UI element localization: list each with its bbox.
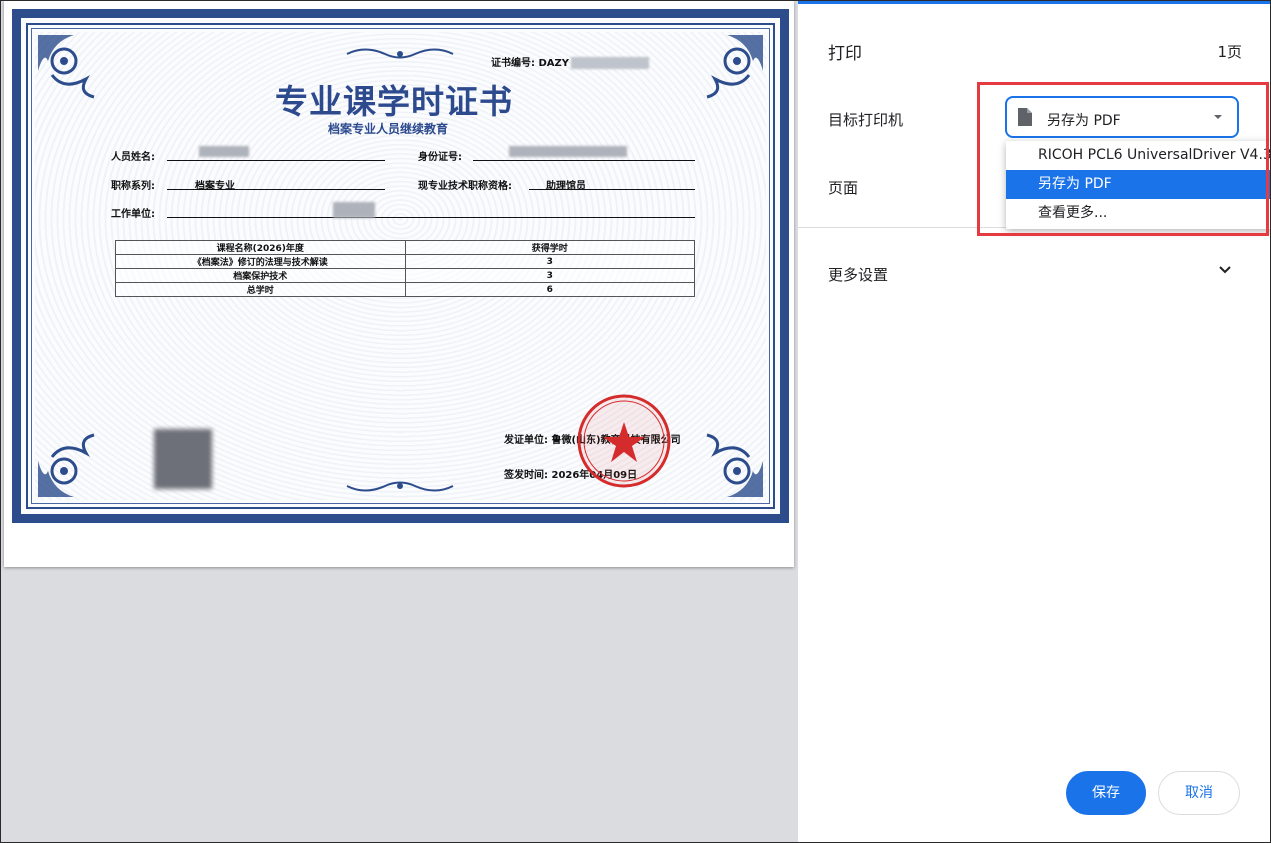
table-row: 《档案法》修订的法理与技术解读 3	[115, 254, 695, 269]
table-row: 总学时 6	[115, 282, 695, 297]
series-value: 档案专业	[195, 181, 235, 192]
series-label: 职称系列:	[111, 181, 155, 192]
preview-page: 证书编号: DAZY 专业课学时证书 档案专业人员继续教育 人员姓名: 身份证号…	[4, 1, 794, 567]
dialog-title: 打印	[828, 44, 862, 64]
scroll-ornament-icon	[345, 45, 455, 63]
table-header-hours: 获得学时	[404, 240, 695, 255]
name-underline	[167, 160, 385, 161]
qualification-label: 现专业技术职称资格:	[418, 181, 512, 192]
course-table: 课程名称(2026)年度 获得学时 《档案法》修订的法理与技术解读 3 档案保护…	[115, 240, 695, 297]
table-header-row: 课程名称(2026)年度 获得学时	[115, 240, 695, 255]
table-cell: 总学时	[115, 282, 406, 297]
more-settings-toggle[interactable]: 更多设置	[828, 264, 888, 285]
corner-ornament-icon	[34, 429, 106, 501]
page-count: 1页	[1217, 43, 1242, 61]
print-dialog: 证书编号: DAZY 专业课学时证书 档案专业人员继续教育 人员姓名: 身份证号…	[0, 0, 1271, 843]
redacted-qr-code	[154, 429, 212, 489]
cancel-button[interactable]: 取消	[1158, 771, 1240, 815]
table-cell: 档案保护技术	[115, 268, 406, 283]
redacted-employer	[333, 202, 375, 218]
corner-ornament-icon	[695, 31, 767, 103]
certificate-subtitle: 档案专业人员继续教育	[328, 122, 449, 136]
certificate: 证书编号: DAZY 专业课学时证书 档案专业人员继续教育 人员姓名: 身份证号…	[12, 9, 789, 523]
redacted-name	[199, 146, 249, 157]
name-label: 人员姓名:	[111, 152, 155, 163]
corner-ornament-icon	[34, 31, 106, 103]
corner-ornament-icon	[695, 429, 767, 501]
certificate-number: 证书编号: DAZY	[491, 54, 650, 69]
id-underline	[473, 160, 695, 161]
pages-label: 页面	[828, 179, 859, 197]
table-cell: 6	[404, 282, 695, 297]
official-seal-icon	[575, 392, 673, 490]
chevron-down-icon[interactable]	[1218, 265, 1232, 275]
table-cell: 《档案法》修订的法理与技术解读	[115, 254, 406, 269]
employer-underline	[167, 217, 695, 218]
highlight-annotation-box	[977, 82, 1269, 236]
certificate-number-label: 证书编号: DAZY	[491, 58, 570, 69]
panel-accent-line	[798, 1, 1270, 4]
save-button[interactable]: 保存	[1066, 771, 1146, 815]
scroll-ornament-icon	[345, 477, 455, 495]
id-label: 身份证号:	[418, 152, 462, 163]
printer-label: 目标打印机	[828, 111, 904, 129]
table-cell: 3	[404, 254, 695, 269]
redacted-id	[509, 146, 627, 157]
qualification-value: 助理馆员	[546, 181, 586, 192]
redacted-number	[571, 57, 650, 69]
table-row: 档案保护技术 3	[115, 268, 695, 283]
table-header-course: 课程名称(2026)年度	[115, 240, 406, 255]
print-preview-area: 证书编号: DAZY 专业课学时证书 档案专业人员继续教育 人员姓名: 身份证号…	[1, 1, 798, 842]
employer-label: 工作单位:	[111, 209, 155, 220]
table-cell: 3	[404, 268, 695, 283]
certificate-title: 专业课学时证书	[275, 82, 513, 121]
